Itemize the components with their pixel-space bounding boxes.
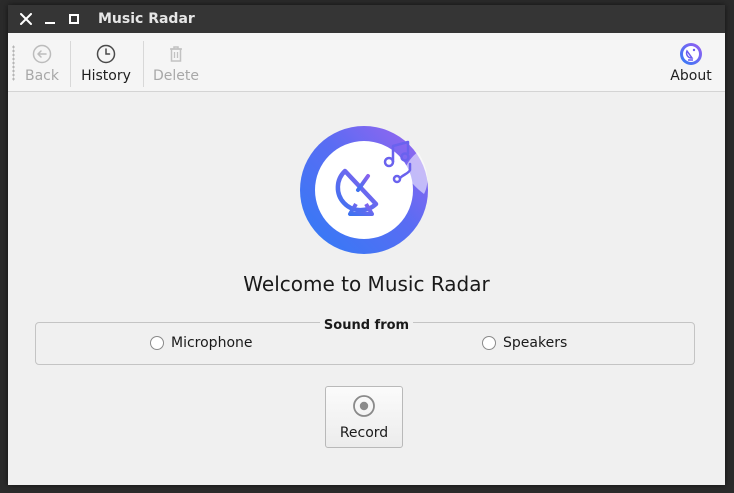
delete-button[interactable]: Delete: [150, 33, 202, 91]
microphone-radio[interactable]: Microphone: [150, 335, 253, 351]
speakers-radio[interactable]: Speakers: [482, 335, 567, 351]
back-button[interactable]: Back: [20, 33, 64, 91]
close-icon: [20, 13, 32, 25]
maximize-window-button[interactable]: [64, 9, 84, 29]
maximize-icon: [69, 14, 79, 24]
sound-from-group: [35, 322, 695, 365]
toolbar-separator: [143, 41, 144, 87]
app-logo-small-icon: [680, 43, 702, 65]
microphone-radio-indicator[interactable]: [150, 336, 164, 350]
record-button[interactable]: Record: [325, 386, 403, 448]
window-title: Music Radar: [98, 11, 195, 27]
record-icon: [353, 395, 375, 417]
history-button[interactable]: History: [76, 33, 136, 91]
clock-icon: [96, 44, 116, 64]
back-arrow-icon: [32, 44, 52, 64]
minimize-window-button[interactable]: [40, 9, 60, 29]
toolbar: Back History Delete About: [8, 33, 725, 92]
welcome-heading: Welcome to Music Radar: [243, 272, 490, 296]
title-bar: Music Radar: [8, 5, 725, 33]
history-label: History: [81, 68, 131, 84]
app-window: Music Radar Back History Delete About We…: [8, 5, 725, 485]
main-content: Welcome to Music Radar Sound from Microp…: [8, 92, 725, 485]
microphone-radio-label: Microphone: [171, 335, 253, 351]
back-label: Back: [25, 68, 59, 84]
delete-label: Delete: [153, 68, 199, 84]
speakers-radio-label: Speakers: [503, 335, 568, 351]
toolbar-grip[interactable]: [12, 45, 15, 81]
speakers-radio-indicator[interactable]: [482, 336, 496, 350]
about-label: About: [670, 68, 712, 84]
music-radar-logo-icon: [300, 126, 428, 254]
about-button[interactable]: About: [666, 33, 716, 91]
close-window-button[interactable]: [16, 9, 36, 29]
trash-icon: [170, 46, 182, 62]
record-label: Record: [339, 425, 389, 441]
toolbar-separator: [70, 41, 71, 87]
minimize-icon: [45, 22, 55, 24]
